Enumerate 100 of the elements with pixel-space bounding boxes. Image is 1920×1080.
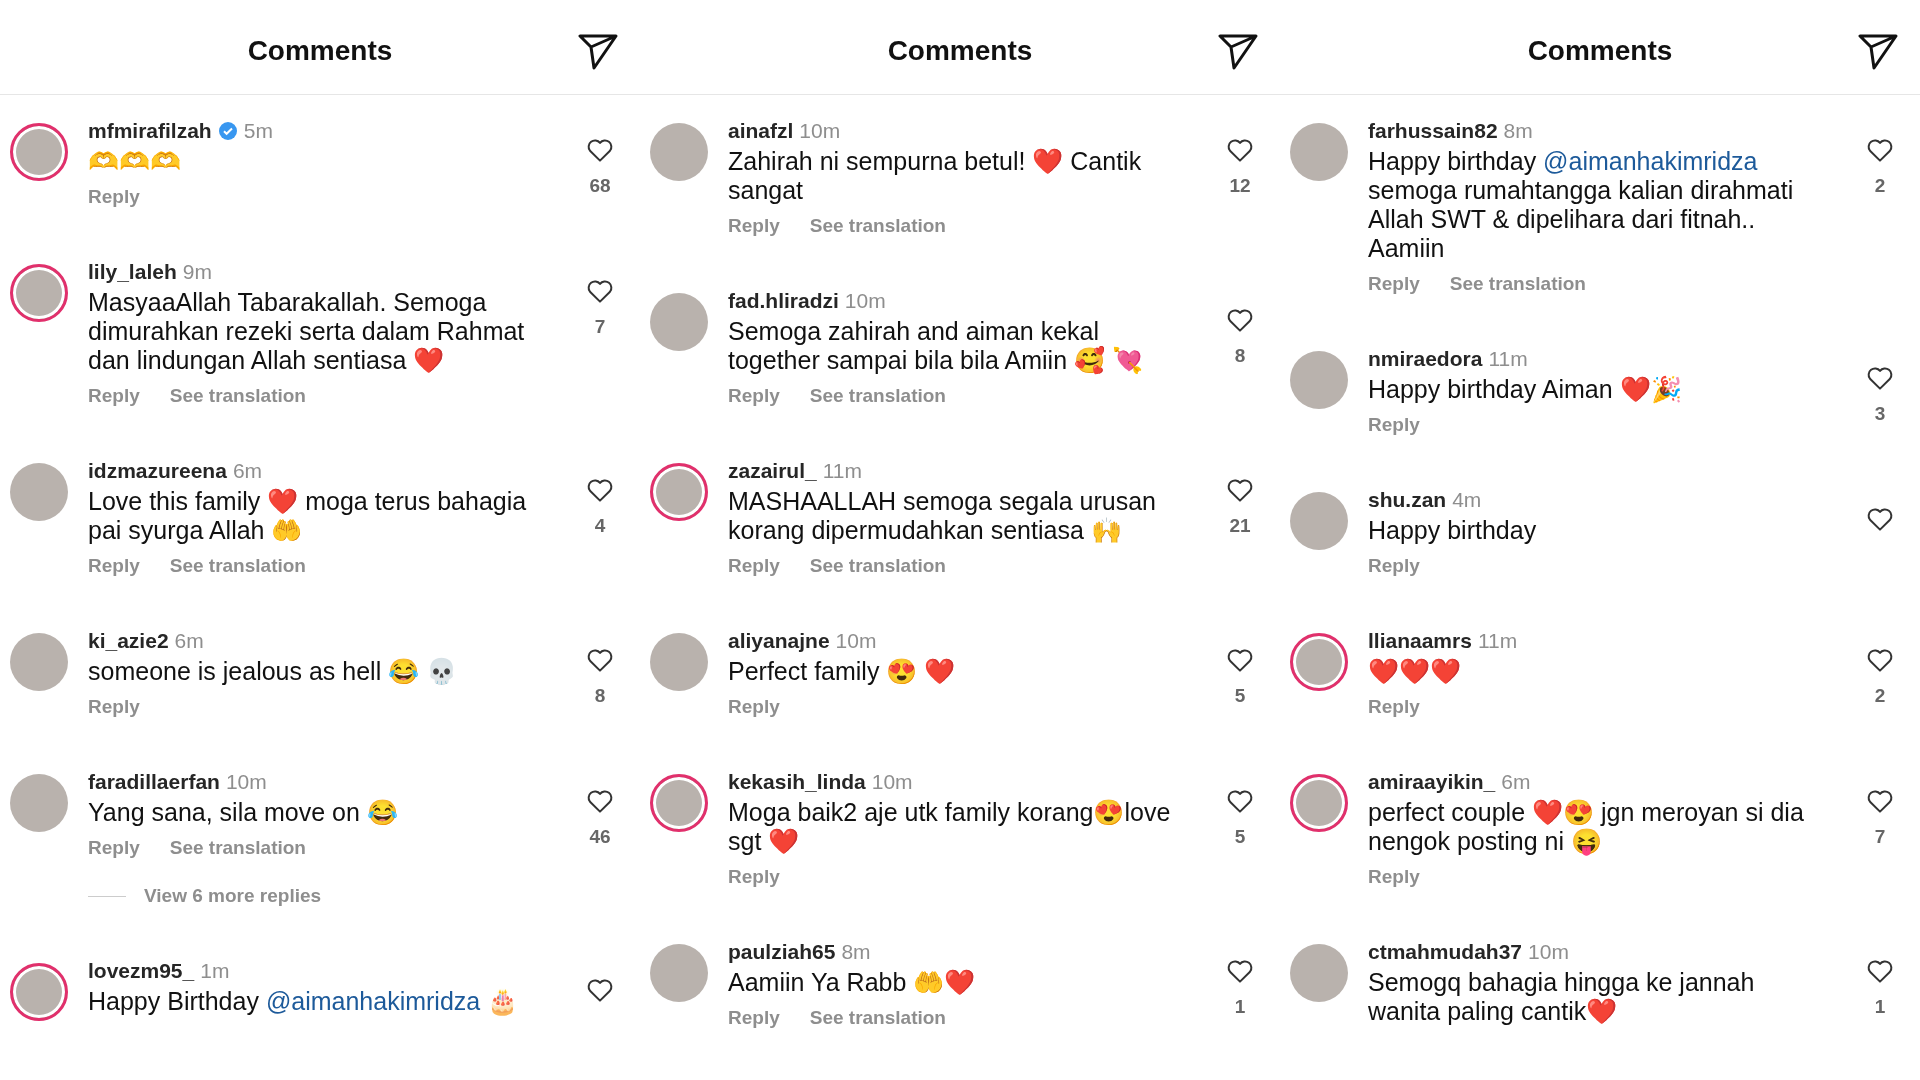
see-translation-link[interactable]: See translation	[169, 385, 306, 407]
reply-link[interactable]: Reply	[1368, 414, 1420, 436]
comment-time: 8m	[1503, 119, 1533, 143]
send-icon[interactable]	[1858, 34, 1898, 70]
username[interactable]: amiraayikin_	[1368, 770, 1496, 794]
avatar[interactable]	[10, 264, 68, 322]
reply-link[interactable]: Reply	[88, 837, 140, 859]
comment-text: Semoga zahirah and aiman kekal together sampai bila bila Amiin 🥰 💘	[728, 317, 1144, 375]
comment-text: 🫶🫶🫶	[88, 147, 182, 176]
comment-text: Perfect family 😍 ❤	[728, 657, 957, 686]
username[interactable]: nmiraedora	[1368, 347, 1483, 371]
username[interactable]: paulziah65	[728, 940, 836, 964]
comment-time: 5m	[243, 119, 273, 143]
view-replies-link[interactable]: View 6 more replies	[144, 885, 322, 907]
username[interactable]: farhussain82	[1368, 119, 1498, 143]
comment-time: 10m	[1528, 940, 1569, 964]
reply-link[interactable]: Reply	[728, 215, 780, 237]
reply-link[interactable]: Reply	[728, 1007, 780, 1029]
username[interactable]: shu.zan	[1368, 488, 1447, 512]
username[interactable]: kekasih_linda	[728, 770, 866, 794]
comment-text: Happy birthday Aiman ❤🎉	[1368, 375, 1683, 404]
reply-link[interactable]: Reply	[88, 555, 140, 577]
avatar[interactable]	[1290, 633, 1348, 691]
comment-text: Semogq bahagia hingga ke jannah wanita paling cantik❤	[1368, 968, 1756, 1026]
see-translation-link[interactable]: See translation	[169, 555, 306, 577]
comment-time: 10m	[799, 119, 841, 143]
comment-time: 10m	[844, 289, 886, 313]
username[interactable]: llianaamrs	[1368, 629, 1472, 653]
like-count: 12	[1229, 175, 1251, 197]
username[interactable]: zazairul_	[728, 459, 817, 483]
send-icon[interactable]	[578, 34, 618, 70]
see-translation-link[interactable]: See translation	[809, 385, 946, 407]
comment-time: 9m	[182, 260, 212, 284]
like-count: 8	[594, 685, 606, 707]
reply-link[interactable]: Reply	[1368, 555, 1420, 577]
username[interactable]: fad.hliradzi	[728, 289, 839, 313]
see-translation-link[interactable]: See translation	[1449, 273, 1586, 295]
send-icon[interactable]	[1218, 34, 1258, 70]
reply-link[interactable]: Reply	[728, 385, 780, 407]
comment-time: 6m	[232, 459, 263, 483]
username[interactable]: mfmirafilzah	[88, 119, 212, 143]
like-count: 68	[589, 175, 611, 197]
comment-time: 10m	[835, 629, 877, 653]
comment-text: Happy birthday	[1368, 516, 1538, 545]
like-count: 46	[589, 826, 611, 848]
reply-link[interactable]: Reply	[1368, 273, 1420, 295]
like-count: 3	[1874, 403, 1886, 425]
reply-link[interactable]: Reply	[728, 866, 780, 888]
like-count: 5	[1234, 826, 1246, 848]
like-count: 7	[594, 316, 606, 338]
panel-title: Comments	[887, 35, 1033, 67]
comment-text: Love this family ❤ moga terus bahagia pai syurga Allah 🤲	[88, 487, 528, 545]
like-count: 1	[1234, 996, 1246, 1018]
comment-time: 11m	[1488, 347, 1528, 371]
see-translation-link[interactable]: See translation	[809, 1007, 946, 1029]
panel-title: Comments	[1527, 35, 1673, 67]
like-count: 4	[594, 515, 606, 537]
see-translation-link[interactable]: See translation	[169, 837, 306, 859]
reply-link[interactable]: Reply	[728, 696, 780, 718]
avatar[interactable]	[1290, 774, 1348, 832]
username[interactable]: lovezm95_	[88, 959, 195, 983]
comment-text: Moga baik2 aje utk family korang😍love sgt ❤	[728, 798, 1172, 856]
comment-time: 10m	[225, 770, 267, 794]
see-translation-link[interactable]: See translation	[809, 555, 946, 577]
comment-time: 10m	[871, 770, 913, 794]
username[interactable]: lily_laleh	[88, 260, 177, 284]
reply-link[interactable]: Reply	[88, 696, 140, 718]
username[interactable]: aliyanajne	[728, 629, 830, 653]
username[interactable]: ainafzl	[728, 119, 794, 143]
comment-text: ❤❤❤	[1368, 657, 1462, 686]
comment-time: 1m	[200, 959, 230, 983]
avatar[interactable]	[650, 463, 708, 521]
like-count: 8	[1234, 345, 1246, 367]
reply-link[interactable]: Reply	[1368, 696, 1420, 718]
comment-time: 4m	[1452, 488, 1482, 512]
reply-link[interactable]: Reply	[1368, 866, 1420, 888]
like-count: 7	[1874, 826, 1886, 848]
comment-text: MASHAALLAH semoga segala urusan korang dipermudahkan sentiasa 🙌	[728, 487, 1157, 545]
comment-time: 8m	[841, 940, 871, 964]
avatar[interactable]	[10, 963, 68, 1021]
reply-link[interactable]: Reply	[88, 385, 140, 407]
username[interactable]: idzmazureena	[88, 459, 227, 483]
username[interactable]: faradillaerfan	[88, 770, 220, 794]
comment-time: 11m	[822, 459, 862, 483]
username[interactable]: ki_azie2	[88, 629, 169, 653]
comment-text: MasyaaAllah Tabarakallah. Semoga dimurahkan rezeki serta dalam Rahmat dan lindungan Allah sentiasa ❤	[88, 288, 526, 375]
like-count: 1	[1874, 996, 1886, 1018]
see-translation-link[interactable]: See translation	[809, 215, 946, 237]
reply-link[interactable]: Reply	[88, 186, 140, 208]
comment-time: 6m	[174, 629, 204, 653]
comment-text: Happy birthday @aimanhakimridza semoga rumahtangga kalian dirahmati Allah SWT & dipelihara dari fitnah.. Aamiin	[1368, 147, 1795, 263]
comment-text: Zahirah ni sempurna betul! ❤ Cantik sangat	[728, 147, 1143, 205]
comment-time: 6m	[1501, 770, 1531, 794]
like-count: 2	[1874, 685, 1886, 707]
comment-text: Yang sana, sila move on 😂	[88, 798, 399, 827]
avatar[interactable]	[10, 123, 68, 181]
reply-link[interactable]: Reply	[728, 555, 780, 577]
username[interactable]: ctmahmudah37	[1368, 940, 1523, 964]
avatar[interactable]	[650, 774, 708, 832]
comment-text: perfect couple ❤😍 jgn meroyan si dia nengok posting ni 😝	[1368, 798, 1805, 856]
